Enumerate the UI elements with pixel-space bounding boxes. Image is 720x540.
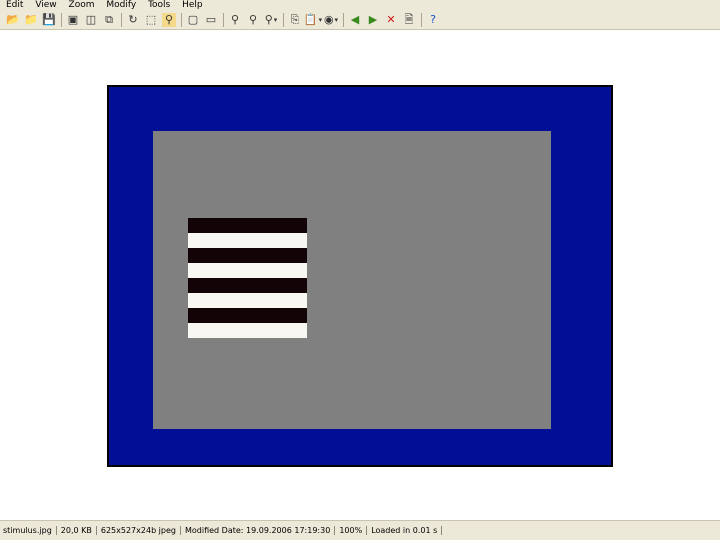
- properties-icon[interactable]: 🗎: [402, 13, 416, 27]
- stripe: [188, 278, 307, 293]
- stripe: [188, 308, 307, 323]
- next-image-icon[interactable]: ▶: [366, 13, 380, 27]
- status-dimensions: 625x527x24b jpeg: [97, 526, 181, 535]
- status-filesize: 20,0 KB: [57, 526, 97, 535]
- effects-dropdown-icon[interactable]: ◉: [324, 13, 338, 27]
- toolbar-separator: [343, 12, 344, 27]
- slideshow-icon[interactable]: ◫: [84, 13, 98, 27]
- stripe: [188, 263, 307, 278]
- stripe: [188, 248, 307, 263]
- status-load-time: Loaded in 0.01 s: [367, 526, 443, 535]
- toolbar-separator: [121, 12, 122, 27]
- menu-view[interactable]: View: [35, 0, 56, 10]
- stripe: [188, 233, 307, 248]
- zoom-out-icon[interactable]: ⚲: [246, 13, 260, 27]
- previous-image-icon[interactable]: ◀: [348, 13, 362, 27]
- fit-window-icon[interactable]: ▢: [186, 13, 200, 27]
- crop-icon[interactable]: ⬚: [144, 13, 158, 27]
- fullscreen-icon[interactable]: ⧉: [102, 13, 116, 27]
- menu-edit[interactable]: Edit: [6, 0, 23, 10]
- zoom-tool-icon[interactable]: ⚲: [162, 12, 176, 27]
- menu-help[interactable]: Help: [182, 0, 203, 10]
- status-filename: stimulus.jpg: [0, 526, 57, 535]
- copy-icon[interactable]: ⎘: [288, 13, 302, 27]
- status-bar: stimulus.jpg 20,0 KB 625x527x24b jpeg Mo…: [0, 520, 720, 540]
- help-icon[interactable]: ?: [426, 13, 440, 27]
- status-modified-date: Modified Date: 19.09.2006 17:19:30: [181, 526, 336, 535]
- zoom-dropdown-icon[interactable]: ⚲: [264, 13, 278, 27]
- save-icon[interactable]: 💾: [42, 13, 56, 27]
- zoom-in-icon[interactable]: ⚲: [228, 13, 242, 27]
- actual-size-icon[interactable]: ▭: [204, 13, 218, 27]
- toolbar-separator: [181, 12, 182, 27]
- toolbar-separator: [223, 12, 224, 27]
- delete-icon[interactable]: ✕: [384, 13, 398, 27]
- status-zoom: 100%: [335, 526, 368, 535]
- toolbar-separator: [61, 12, 62, 27]
- thumbnails-icon[interactable]: ▣: [66, 13, 80, 27]
- rotate-icon[interactable]: ↻: [126, 13, 140, 27]
- stripe: [188, 323, 307, 338]
- browse-icon[interactable]: 📁: [24, 13, 38, 27]
- menu-zoom[interactable]: Zoom: [69, 0, 95, 10]
- open-folder-icon[interactable]: 📂: [6, 13, 20, 27]
- toolbar: 📂 📁 💾 ▣ ◫ ⧉ ↻ ⬚ ⚲ ▢ ▭ ⚲ ⚲ ⚲ ⎘ 📋 ◉ ◀ ▶ ✕ …: [0, 10, 720, 30]
- gray-field: [153, 131, 551, 429]
- menu-bar: Edit View Zoom Modify Tools Help: [0, 0, 720, 10]
- stripe-grating: [188, 218, 307, 338]
- stripe: [188, 218, 307, 233]
- image-canvas[interactable]: [0, 31, 720, 520]
- toolbar-separator: [421, 12, 422, 27]
- paste-dropdown-icon[interactable]: 📋: [304, 13, 320, 27]
- toolbar-separator: [283, 12, 284, 27]
- menu-tools[interactable]: Tools: [148, 0, 170, 10]
- menu-modify[interactable]: Modify: [106, 0, 136, 10]
- image-frame: [107, 85, 613, 467]
- stripe: [188, 293, 307, 308]
